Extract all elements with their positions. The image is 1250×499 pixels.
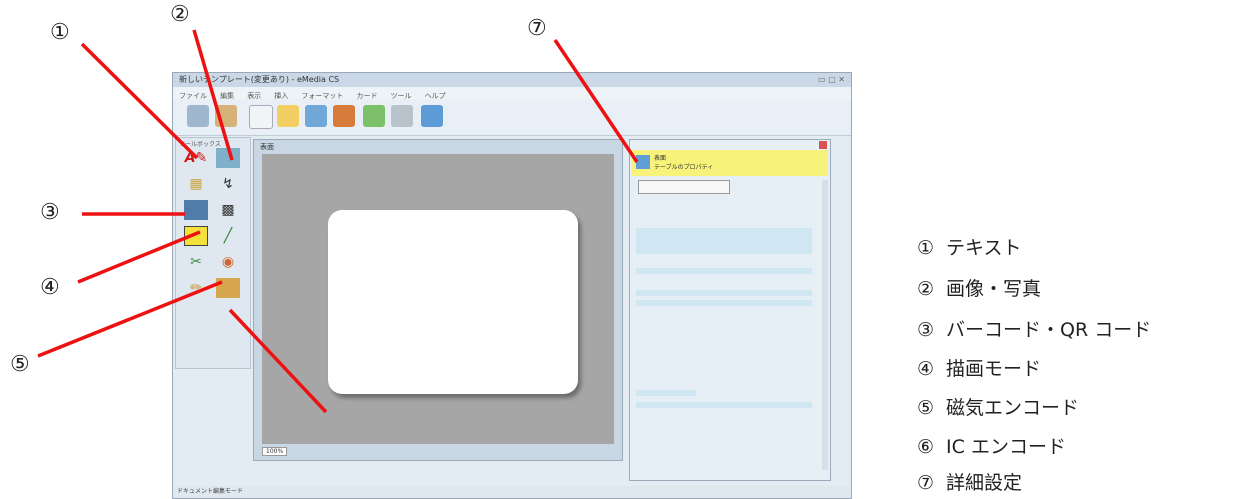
callout-line-4 (77, 230, 201, 284)
callout-line-7 (553, 39, 639, 163)
callout-line-6 (228, 308, 328, 414)
legend-item-magnetic: ⑤ 磁気エンコード (917, 397, 1080, 419)
callout-line-2 (192, 29, 234, 161)
legend-item-image: ② 画像・写真 (917, 278, 1042, 300)
legend-item-draw-mode: ④ 描画モード (917, 358, 1042, 380)
callout-line-1 (80, 42, 199, 160)
legend-item-text: ① テキスト (917, 237, 1022, 259)
legend-item-ic: ⑥ IC エンコード (917, 436, 1066, 458)
legend-item-details: ⑦ 詳細設定 (917, 472, 1023, 494)
callout-line-5 (37, 280, 223, 358)
callout-lines (37, 29, 639, 414)
legend-item-barcode: ③ バーコード・QR コード (917, 319, 1152, 341)
